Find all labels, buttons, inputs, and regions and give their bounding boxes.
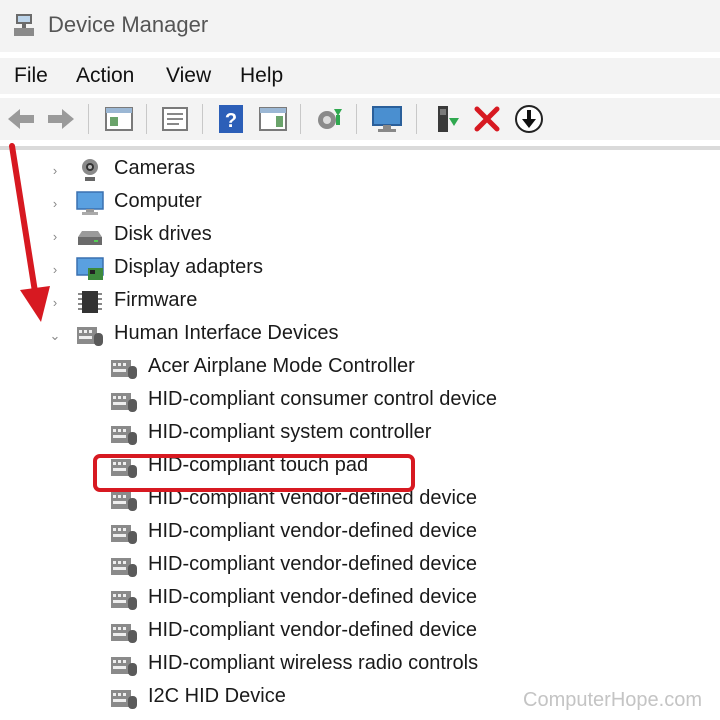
window-title: Device Manager <box>48 12 209 37</box>
hid-device-icon <box>111 360 137 379</box>
forward-arrow-icon[interactable] <box>44 102 78 136</box>
menu-help[interactable]: Help <box>240 64 283 88</box>
toolbar: ? <box>0 98 720 140</box>
properties-sheet-icon[interactable] <box>158 102 192 136</box>
toolbar-separator <box>146 104 147 134</box>
computer-icon <box>76 191 104 215</box>
hid-child-item[interactable]: HID-compliant consumer control device <box>0 385 720 418</box>
hid-device-icon <box>111 624 137 643</box>
action-pane-icon[interactable] <box>256 102 290 136</box>
hid-device-icon <box>111 393 137 412</box>
hid-child-item[interactable]: HID-compliant wireless radio controls <box>0 649 720 682</box>
tree-item-label: I2C HID Device <box>148 685 286 707</box>
tree-item-label: Cameras <box>114 157 196 179</box>
hid-device-icon <box>111 558 137 577</box>
tree-item-label: Firmware <box>114 289 198 311</box>
hid-device-icon <box>111 525 137 544</box>
disable-device-icon[interactable] <box>512 102 546 136</box>
tree-item-label: Acer Airplane Mode Controller <box>148 355 415 377</box>
properties-pane-icon[interactable] <box>102 102 136 136</box>
device-manager-icon <box>14 14 34 36</box>
hid-child-item[interactable]: HID-compliant vendor-defined device <box>0 583 720 616</box>
tree-item-label: HID-compliant vendor-defined device <box>148 586 478 608</box>
tree-item-disk-drives[interactable]: › Disk drives <box>0 220 720 253</box>
scan-hardware-icon[interactable] <box>370 102 404 136</box>
hid-child-item[interactable]: HID-compliant vendor-defined device <box>0 616 720 649</box>
hid-device-icon <box>111 690 137 709</box>
hid-icon <box>77 327 103 346</box>
display-adapter-icon <box>76 257 104 280</box>
tree-item-label: HID-compliant vendor-defined device <box>148 553 478 575</box>
hid-child-item[interactable]: HID-compliant vendor-defined device <box>0 517 720 550</box>
tree-item-label: Display adapters <box>114 256 263 278</box>
toolbar-separator <box>416 104 417 134</box>
toolbar-separator <box>300 104 301 134</box>
tree-item-computer[interactable]: › Computer <box>0 187 720 220</box>
tree-item-label: Human Interface Devices <box>114 322 339 344</box>
watermark: ComputerHope.com <box>523 689 702 711</box>
help-icon[interactable]: ? <box>214 102 248 136</box>
tree-item-label: Computer <box>114 190 202 212</box>
tree-item-label: HID-compliant consumer control device <box>148 388 498 410</box>
tree-item-label: Disk drives <box>114 223 212 245</box>
tree-item-display-adapters[interactable]: › Display adapters <box>0 253 720 286</box>
enable-device-icon[interactable] <box>430 102 464 136</box>
back-arrow-icon[interactable] <box>4 102 38 136</box>
menu-view[interactable]: View <box>166 64 211 88</box>
svg-text:?: ? <box>225 110 237 132</box>
menu-bar: File Action View Help <box>0 58 720 94</box>
tree-item-label: HID-compliant vendor-defined device <box>148 520 478 542</box>
hid-device-icon <box>111 426 137 445</box>
toolbar-separator <box>88 104 89 134</box>
menu-file[interactable]: File <box>14 64 48 88</box>
highlight-box <box>93 454 415 492</box>
toolbar-separator <box>356 104 357 134</box>
hid-child-item[interactable]: HID-compliant vendor-defined device <box>0 550 720 583</box>
tree-item-firmware[interactable]: › Firmware <box>0 286 720 319</box>
disk-drive-icon <box>78 231 102 245</box>
firmware-icon <box>78 291 102 313</box>
tree-item-label: HID-compliant system controller <box>148 421 432 443</box>
tree-item-human-interface-devices[interactable]: ⌄ Human Interface Devices <box>0 319 720 352</box>
update-driver-icon[interactable] <box>312 102 346 136</box>
annotation-arrow-icon <box>9 143 50 322</box>
hid-child-item[interactable]: HID-compliant system controller <box>0 418 720 451</box>
uninstall-device-icon[interactable] <box>470 102 504 136</box>
device-tree: › Cameras › Computer › Disk drives › Dis… <box>0 150 720 720</box>
toolbar-separator <box>202 104 203 134</box>
menu-action[interactable]: Action <box>76 64 134 88</box>
hid-child-item[interactable]: Acer Airplane Mode Controller <box>0 352 720 385</box>
camera-icon <box>82 159 98 181</box>
hid-device-icon <box>111 657 137 676</box>
title-bar: Device Manager <box>0 0 720 52</box>
tree-item-label: HID-compliant vendor-defined device <box>148 619 478 641</box>
tree-item-cameras[interactable]: › Cameras <box>0 154 720 187</box>
hid-device-icon <box>111 591 137 610</box>
tree-item-label: HID-compliant wireless radio controls <box>148 652 479 674</box>
